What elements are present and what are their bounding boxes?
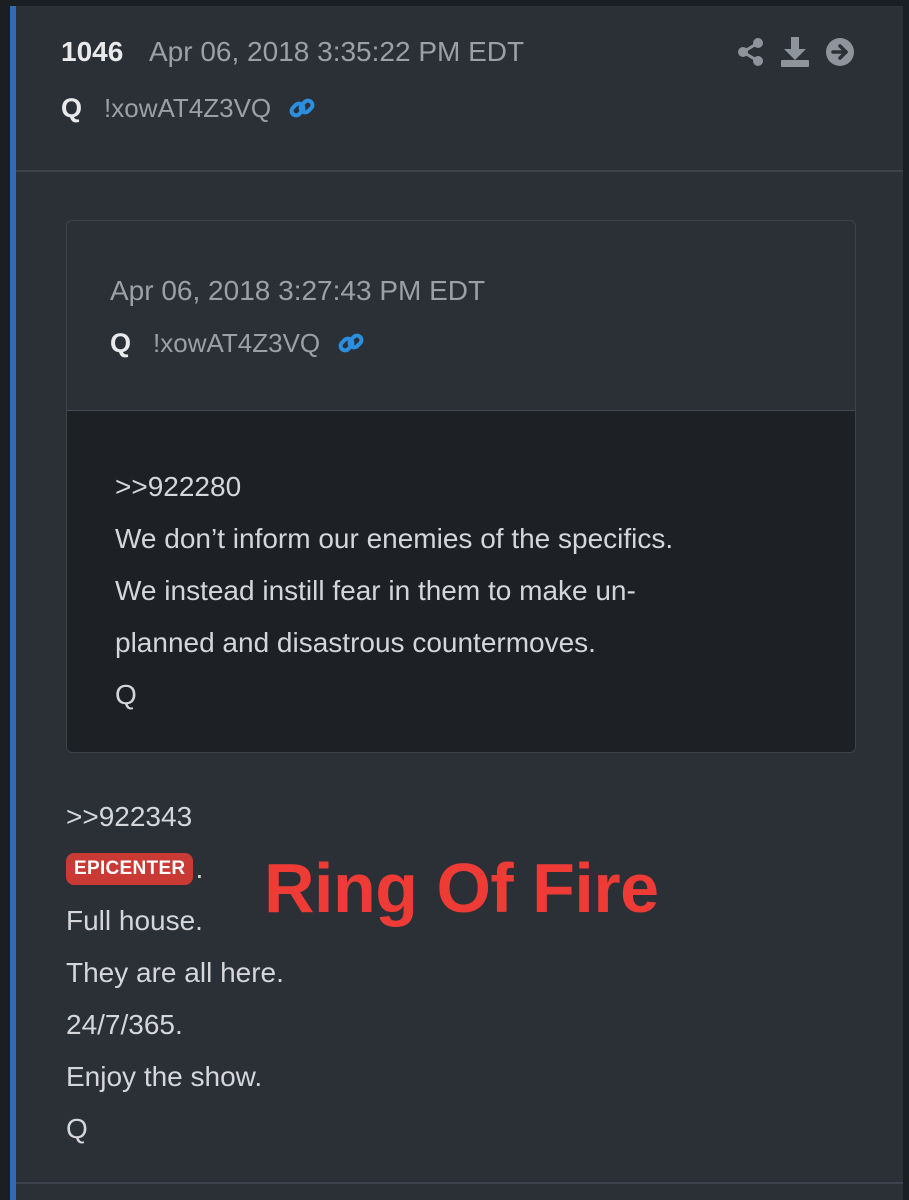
download-icon[interactable] bbox=[779, 36, 811, 68]
quoted-post-author-row: Q !xowAT4Z3VQ bbox=[110, 325, 366, 361]
epicenter-badge: EPICENTER bbox=[66, 853, 194, 885]
reply-link[interactable]: >>922343 bbox=[66, 791, 284, 843]
overlay-caption: Ring Of Fire bbox=[264, 849, 659, 927]
quoted-post: Apr 06, 2018 3:27:43 PM EDT Q !xowAT4Z3V… bbox=[66, 220, 856, 753]
forward-arrow-icon[interactable] bbox=[825, 37, 855, 67]
post-number[interactable]: 1046 bbox=[61, 36, 123, 68]
epicenter-row: EPICENTER . bbox=[66, 843, 284, 895]
post-author-row: Q !xowAT4Z3VQ bbox=[61, 90, 317, 126]
post-bottom-divider bbox=[16, 1182, 903, 1184]
quoted-post-header: Apr 06, 2018 3:27:43 PM EDT Q !xowAT4Z3V… bbox=[67, 221, 855, 411]
body-text-line: 24/7/365. bbox=[66, 1009, 183, 1040]
body-signature: Q bbox=[66, 1113, 88, 1144]
link-icon[interactable] bbox=[287, 93, 317, 123]
badge-period: . bbox=[195, 853, 204, 884]
quoted-reply-link[interactable]: >>922280 bbox=[115, 461, 807, 513]
post-header: 1046 Apr 06, 2018 3:35:22 PM EDT Q !xowA… bbox=[16, 6, 903, 172]
author-name: Q bbox=[61, 92, 83, 123]
share-icon[interactable] bbox=[737, 37, 765, 67]
quoted-text-line: planned and disastrous countermoves. bbox=[115, 627, 596, 658]
post-actions bbox=[737, 36, 855, 68]
link-icon[interactable] bbox=[336, 328, 366, 358]
body-text-line: They are all here. bbox=[66, 957, 284, 988]
quoted-author-name: Q bbox=[110, 327, 132, 358]
quoted-signature: Q bbox=[115, 679, 137, 710]
quoted-text-line: We instead instill fear in them to make … bbox=[115, 575, 636, 606]
quoted-text-line: We don’t inform our enemies of the speci… bbox=[115, 523, 674, 554]
quoted-author-tripcode: !xowAT4Z3VQ bbox=[153, 327, 321, 358]
quoted-post-body: >>922280 We don’t inform our enemies of … bbox=[67, 411, 855, 752]
author-tripcode: !xowAT4Z3VQ bbox=[104, 92, 272, 123]
post-timestamp: Apr 06, 2018 3:35:22 PM EDT bbox=[149, 36, 525, 67]
quoted-post-timestamp: Apr 06, 2018 3:27:43 PM EDT bbox=[110, 275, 486, 306]
post-card: 1046 Apr 06, 2018 3:35:22 PM EDT Q !xowA… bbox=[10, 6, 903, 1200]
body-text-line: Full house. bbox=[66, 905, 203, 936]
post-body: >>922343 EPICENTER . Full house. They ar… bbox=[66, 791, 284, 1155]
body-text-line: Enjoy the show. bbox=[66, 1061, 263, 1092]
